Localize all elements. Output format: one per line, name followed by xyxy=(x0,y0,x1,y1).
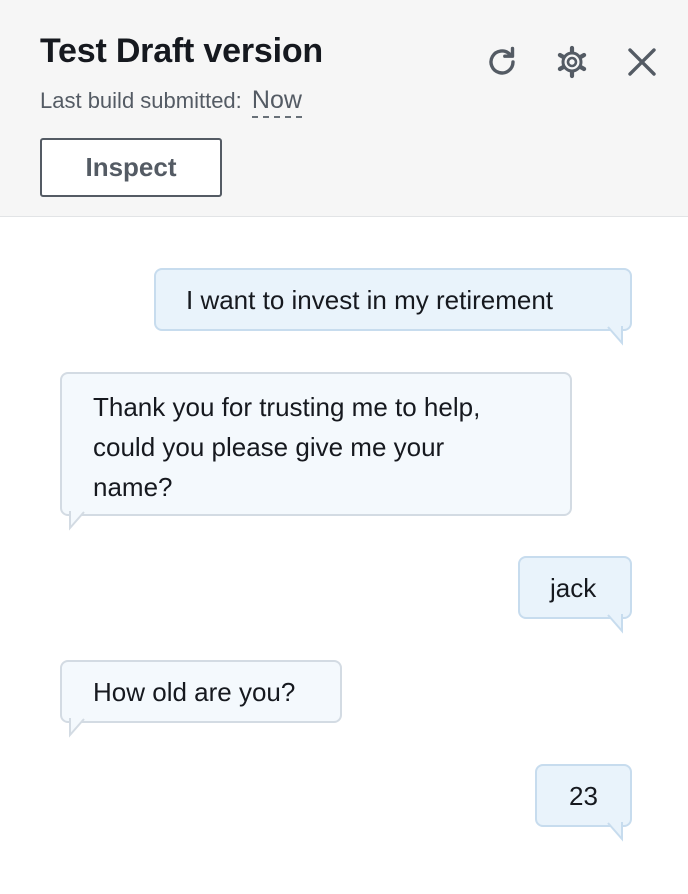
settings-icon xyxy=(557,45,587,79)
build-status-label: Last build submitted: xyxy=(40,88,242,113)
message-text: I want to invest in my retirement xyxy=(186,285,554,315)
message-text: How old are you? xyxy=(93,677,296,707)
bubble-tail xyxy=(607,614,623,634)
message-line: Thank you for trusting me to help, xyxy=(93,392,481,422)
bubble-tail xyxy=(607,326,623,346)
bubble-tail xyxy=(69,511,85,531)
message-text: jack xyxy=(550,573,597,603)
user-message: 23 xyxy=(535,764,632,842)
refresh-icon xyxy=(489,46,515,75)
refresh-button[interactable] xyxy=(480,40,524,84)
close-button[interactable] xyxy=(620,40,664,84)
message-line: could you please give me your xyxy=(93,432,445,462)
user-message: I want to invest in my retirement xyxy=(154,268,632,346)
build-status: Last build submitted: Now xyxy=(40,86,302,118)
user-message: jack xyxy=(518,556,632,634)
panel-title: Test Draft version xyxy=(40,32,323,70)
bot-message: How old are you? xyxy=(60,660,342,738)
build-status-value[interactable]: Now xyxy=(251,86,302,118)
bubble-tail xyxy=(69,718,85,738)
inspect-button[interactable]: Inspect xyxy=(40,138,222,197)
chat-header: Test Draft version Last build submitted:… xyxy=(0,0,688,217)
bubble-tail xyxy=(607,822,623,842)
bot-message: Thank you for trusting me to help, could… xyxy=(60,372,572,531)
message-text: 23 xyxy=(569,781,598,811)
settings-button[interactable] xyxy=(550,40,594,84)
message-line: name? xyxy=(93,472,173,502)
close-icon xyxy=(628,48,656,76)
